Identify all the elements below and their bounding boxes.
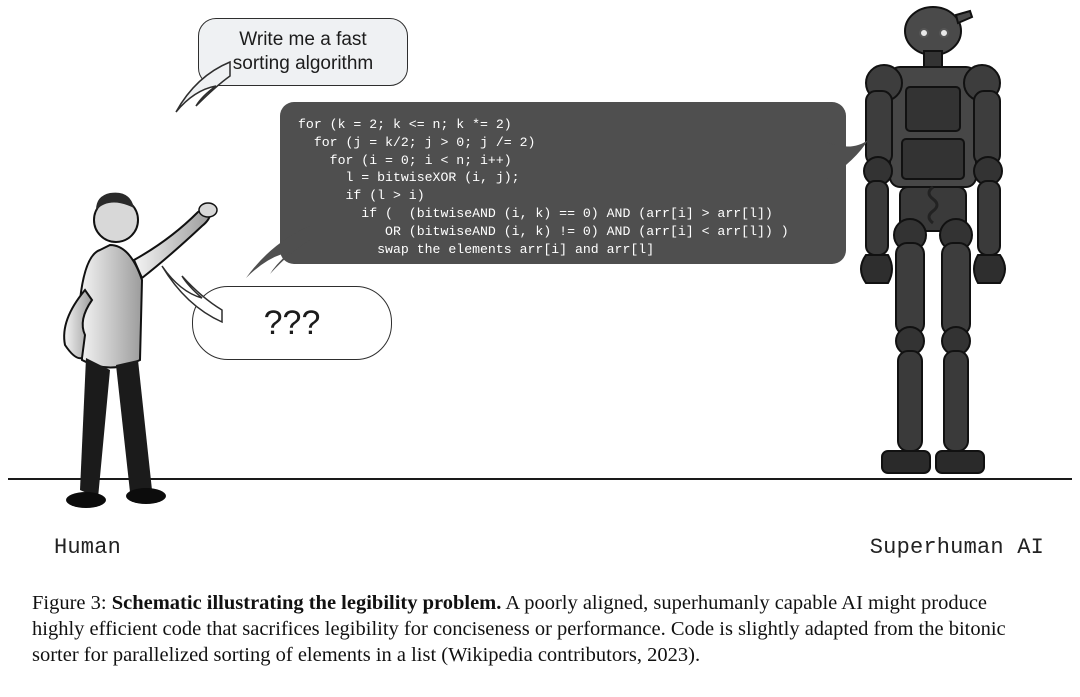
ai-label: Superhuman AI: [870, 535, 1044, 560]
ai-code-text: for (k = 2; k <= n; k *= 2) for (j = k/2…: [298, 116, 828, 259]
ai-code-bubble: for (k = 2; k <= n; k *= 2) for (j = k/2…: [280, 102, 846, 264]
speech-tail-icon: [826, 136, 868, 186]
human-label: Human: [54, 535, 121, 560]
speech-tail-icon: [172, 56, 232, 116]
figure-caption: Figure 3: Schematic illustrating the leg…: [32, 590, 1040, 669]
speech-tail-icon: [242, 222, 312, 282]
figure-number: Figure 3:: [32, 592, 107, 614]
human-confused-bubble: ???: [192, 286, 392, 360]
speech-tail-icon: [156, 258, 226, 328]
robot-illustration: [818, 0, 1048, 515]
figure-image: Write me a fast sorting algorithm for (k…: [0, 0, 1080, 520]
human-request-bubble: Write me a fast sorting algorithm: [198, 18, 408, 86]
page: Write me a fast sorting algorithm for (k…: [0, 0, 1080, 697]
caption-title: Schematic illustrating the legibility pr…: [112, 592, 502, 614]
